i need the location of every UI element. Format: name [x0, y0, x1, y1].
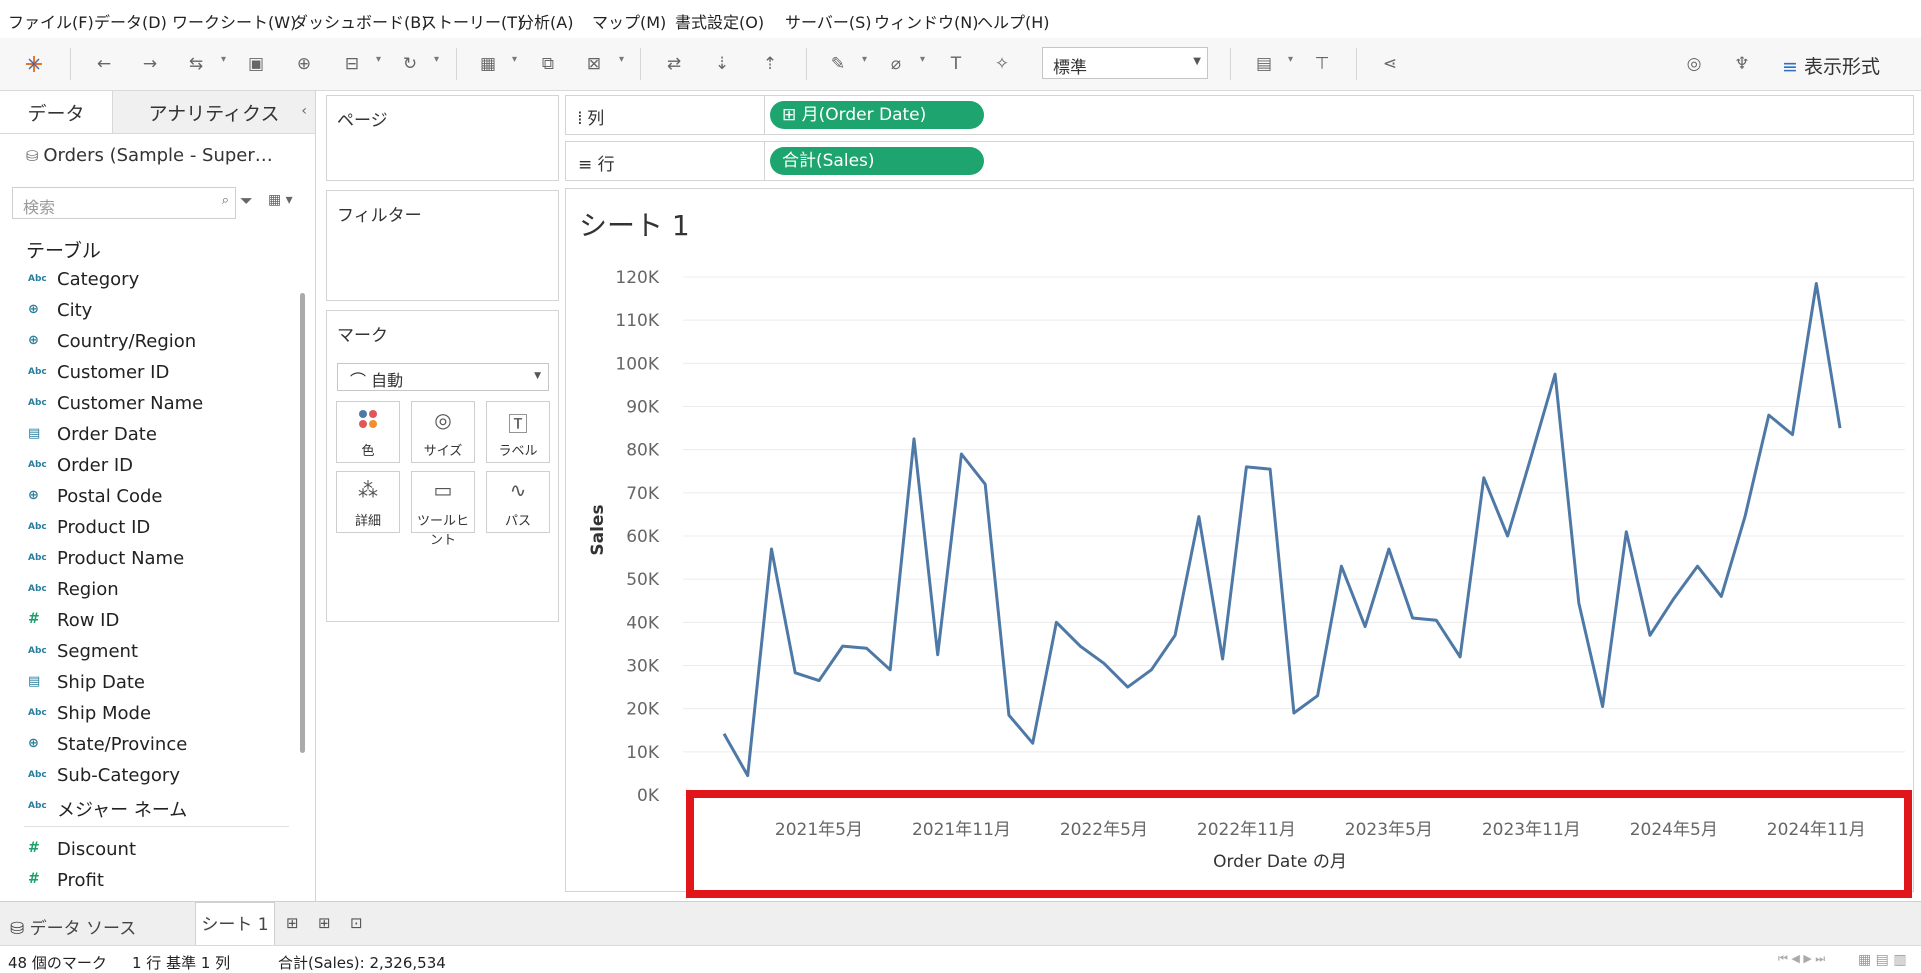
new-dashboard-icon[interactable]: ⊞	[318, 914, 331, 932]
y-axis-title: Sales	[588, 504, 608, 555]
new-worksheet-icon[interactable]: ⊞	[286, 914, 299, 932]
y-tick-label: 10K	[626, 743, 660, 763]
status-bar: 48 個のマーク 1 行 基準 1 列 合計(Sales): 2,326,534…	[0, 945, 1921, 973]
sheet-tab-bar: ⛁ データ ソース シート 1 ⊞ ⊞ ⊡	[0, 901, 1921, 946]
y-tick-label: 80K	[626, 441, 660, 461]
new-story-icon[interactable]: ⊡	[350, 914, 363, 932]
y-tick-label: 40K	[626, 613, 660, 633]
y-tick-label: 20K	[626, 700, 660, 720]
y-tick-label: 110K	[615, 311, 659, 331]
datasource-tab[interactable]: ⛁ データ ソース	[10, 914, 136, 939]
y-tick-label: 30K	[626, 657, 660, 677]
sheet-sorter-icons[interactable]: ▦ ▤ ▥	[1858, 952, 1907, 968]
sheet-tab[interactable]: シート 1	[195, 902, 275, 946]
y-tick-label: 0K	[637, 786, 660, 806]
y-tick-label: 50K	[626, 570, 660, 590]
status-layout: 1 行 基準 1 列	[132, 954, 231, 972]
y-tick-label: 70K	[626, 484, 660, 504]
datasource-tab-label: データ ソース	[29, 919, 137, 939]
datasource-icon: ⛁	[10, 919, 30, 939]
status-marks: 48 個のマーク	[8, 954, 107, 972]
y-tick-label: 60K	[626, 527, 660, 547]
highlight-box	[686, 790, 1912, 898]
y-tick-label: 100K	[615, 354, 659, 374]
series-line	[722, 282, 1842, 778]
y-tick-label: 120K	[615, 268, 659, 288]
y-tick-label: 90K	[626, 398, 660, 418]
status-sum: 合計(Sales): 2,326,534	[278, 954, 446, 972]
sheet-nav-icons[interactable]: ⏮ ◀ ▶ ⏭	[1778, 952, 1825, 966]
